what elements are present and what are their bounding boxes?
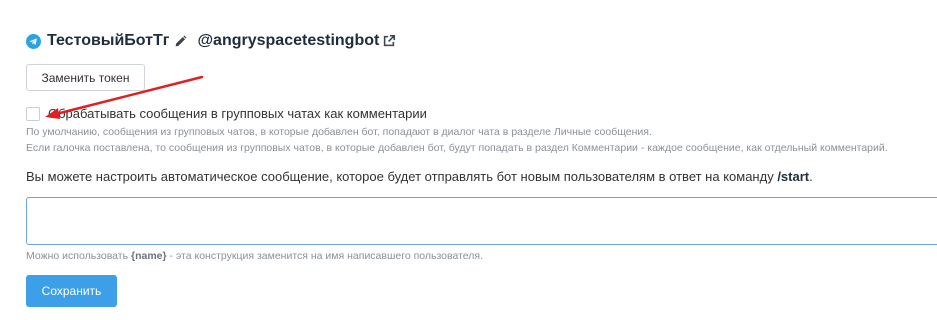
replace-token-button[interactable]: Заменить токен <box>26 64 145 91</box>
auto-message-intro: Вы можете настроить автоматическое сообщ… <box>26 169 778 184</box>
bot-name: ТестовыйБотТг <box>47 32 170 49</box>
group-comments-option: Обрабатывать сообщения в групповых чатах… <box>26 106 427 121</box>
name-placeholder-hint: Можно использовать {name} - эта конструк… <box>26 250 483 262</box>
group-comments-help-2: Если галочка поставлена, то сообщения из… <box>26 142 888 154</box>
group-comments-help-1: По умолчанию, сообщения из групповых чат… <box>26 126 652 138</box>
group-comments-label[interactable]: Обрабатывать сообщения в групповых чатах… <box>48 106 427 121</box>
auto-message-description: Вы можете настроить автоматическое сообщ… <box>26 169 813 184</box>
bot-username: @angryspacetestingbot <box>197 32 380 49</box>
telegram-icon <box>26 33 41 49</box>
bot-title-row: ТестовыйБотТг @angryspacetestingbot <box>26 30 396 52</box>
group-comments-checkbox[interactable] <box>26 106 40 121</box>
external-link-icon[interactable] <box>382 34 396 48</box>
start-command: /start <box>777 169 810 184</box>
auto-message-suffix: . <box>809 169 813 184</box>
auto-message-textarea[interactable] <box>26 197 937 245</box>
hint-prefix: Можно использовать <box>26 250 131 262</box>
pencil-icon[interactable] <box>174 34 187 48</box>
hint-suffix: - эта конструкция заменится на имя напис… <box>166 250 484 262</box>
save-button[interactable]: Сохранить <box>26 275 117 307</box>
hint-name-token: {name} <box>130 250 167 262</box>
bot-settings-page: ТестовыйБотТг @angryspacetestingbot Заме… <box>0 0 937 320</box>
